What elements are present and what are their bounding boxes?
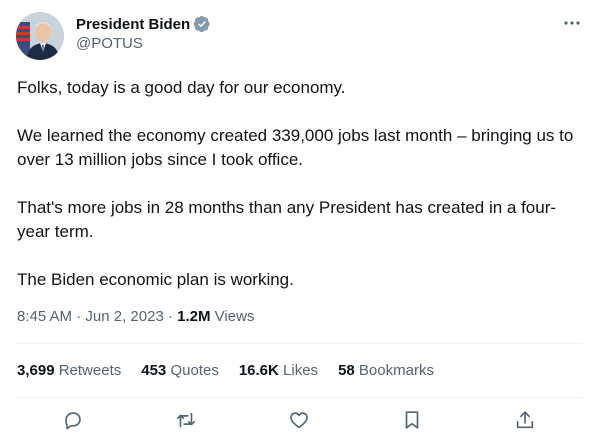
- tweet-paragraph: That's more jobs in 28 months than any P…: [17, 198, 557, 241]
- engagement-stats: 3,699 Retweets 453 Quotes 16.6K Likes 58…: [17, 361, 454, 381]
- avatar-image: [16, 12, 64, 60]
- views-label: Views: [214, 308, 255, 325]
- name-row: President Biden: [76, 14, 211, 34]
- retweets-count: 3,699: [17, 362, 55, 379]
- share-icon[interactable]: [514, 409, 538, 433]
- more-icon[interactable]: [562, 13, 582, 33]
- meta-separator: ·: [167, 308, 173, 325]
- bookmarks-stat[interactable]: 58 Bookmarks: [338, 361, 434, 381]
- tweet-meta: 8:45 AM · Jun 2, 2023 · 1.2M Views: [17, 307, 254, 327]
- retweets-label: Retweets: [58, 362, 122, 379]
- meta-separator: ·: [76, 308, 82, 325]
- tweet-header: President Biden @POTUS: [16, 11, 582, 61]
- quotes-count: 453: [141, 362, 167, 379]
- quotes-stat[interactable]: 453 Quotes: [141, 361, 219, 381]
- display-name[interactable]: President Biden: [76, 16, 190, 33]
- bookmarks-count: 58: [338, 362, 355, 379]
- retweets-stat[interactable]: 3,699 Retweets: [17, 361, 121, 381]
- bookmark-icon[interactable]: [401, 409, 425, 433]
- views-count: 1.2M: [177, 308, 211, 325]
- divider: [16, 397, 582, 398]
- like-icon[interactable]: [288, 409, 312, 433]
- retweet-icon[interactable]: [175, 409, 199, 433]
- quotes-label: Quotes: [170, 362, 219, 379]
- tweet-paragraph: We learned the economy created 339,000 j…: [17, 126, 574, 169]
- tweet-paragraph: The Biden economic plan is working.: [17, 270, 294, 289]
- bookmarks-label: Bookmarks: [358, 362, 434, 379]
- divider: [16, 343, 582, 344]
- author-handle[interactable]: @POTUS: [76, 35, 211, 52]
- tweet-actions: [0, 405, 598, 437]
- tweet-paragraph: Folks, today is a good day for our econo…: [17, 78, 346, 97]
- tweet-text: Folks, today is a good day for our econo…: [17, 76, 583, 316]
- verified-badge-icon[interactable]: [193, 15, 211, 33]
- tweet-date[interactable]: Jun 2, 2023: [85, 308, 163, 325]
- likes-count: 16.6K: [238, 362, 279, 379]
- reply-icon[interactable]: [62, 409, 86, 433]
- tweet-time[interactable]: 8:45 AM: [17, 308, 72, 325]
- avatar[interactable]: [16, 12, 64, 60]
- likes-label: Likes: [283, 362, 319, 379]
- author-names: President Biden @POTUS: [76, 14, 211, 52]
- likes-stat[interactable]: 16.6K Likes: [239, 361, 318, 381]
